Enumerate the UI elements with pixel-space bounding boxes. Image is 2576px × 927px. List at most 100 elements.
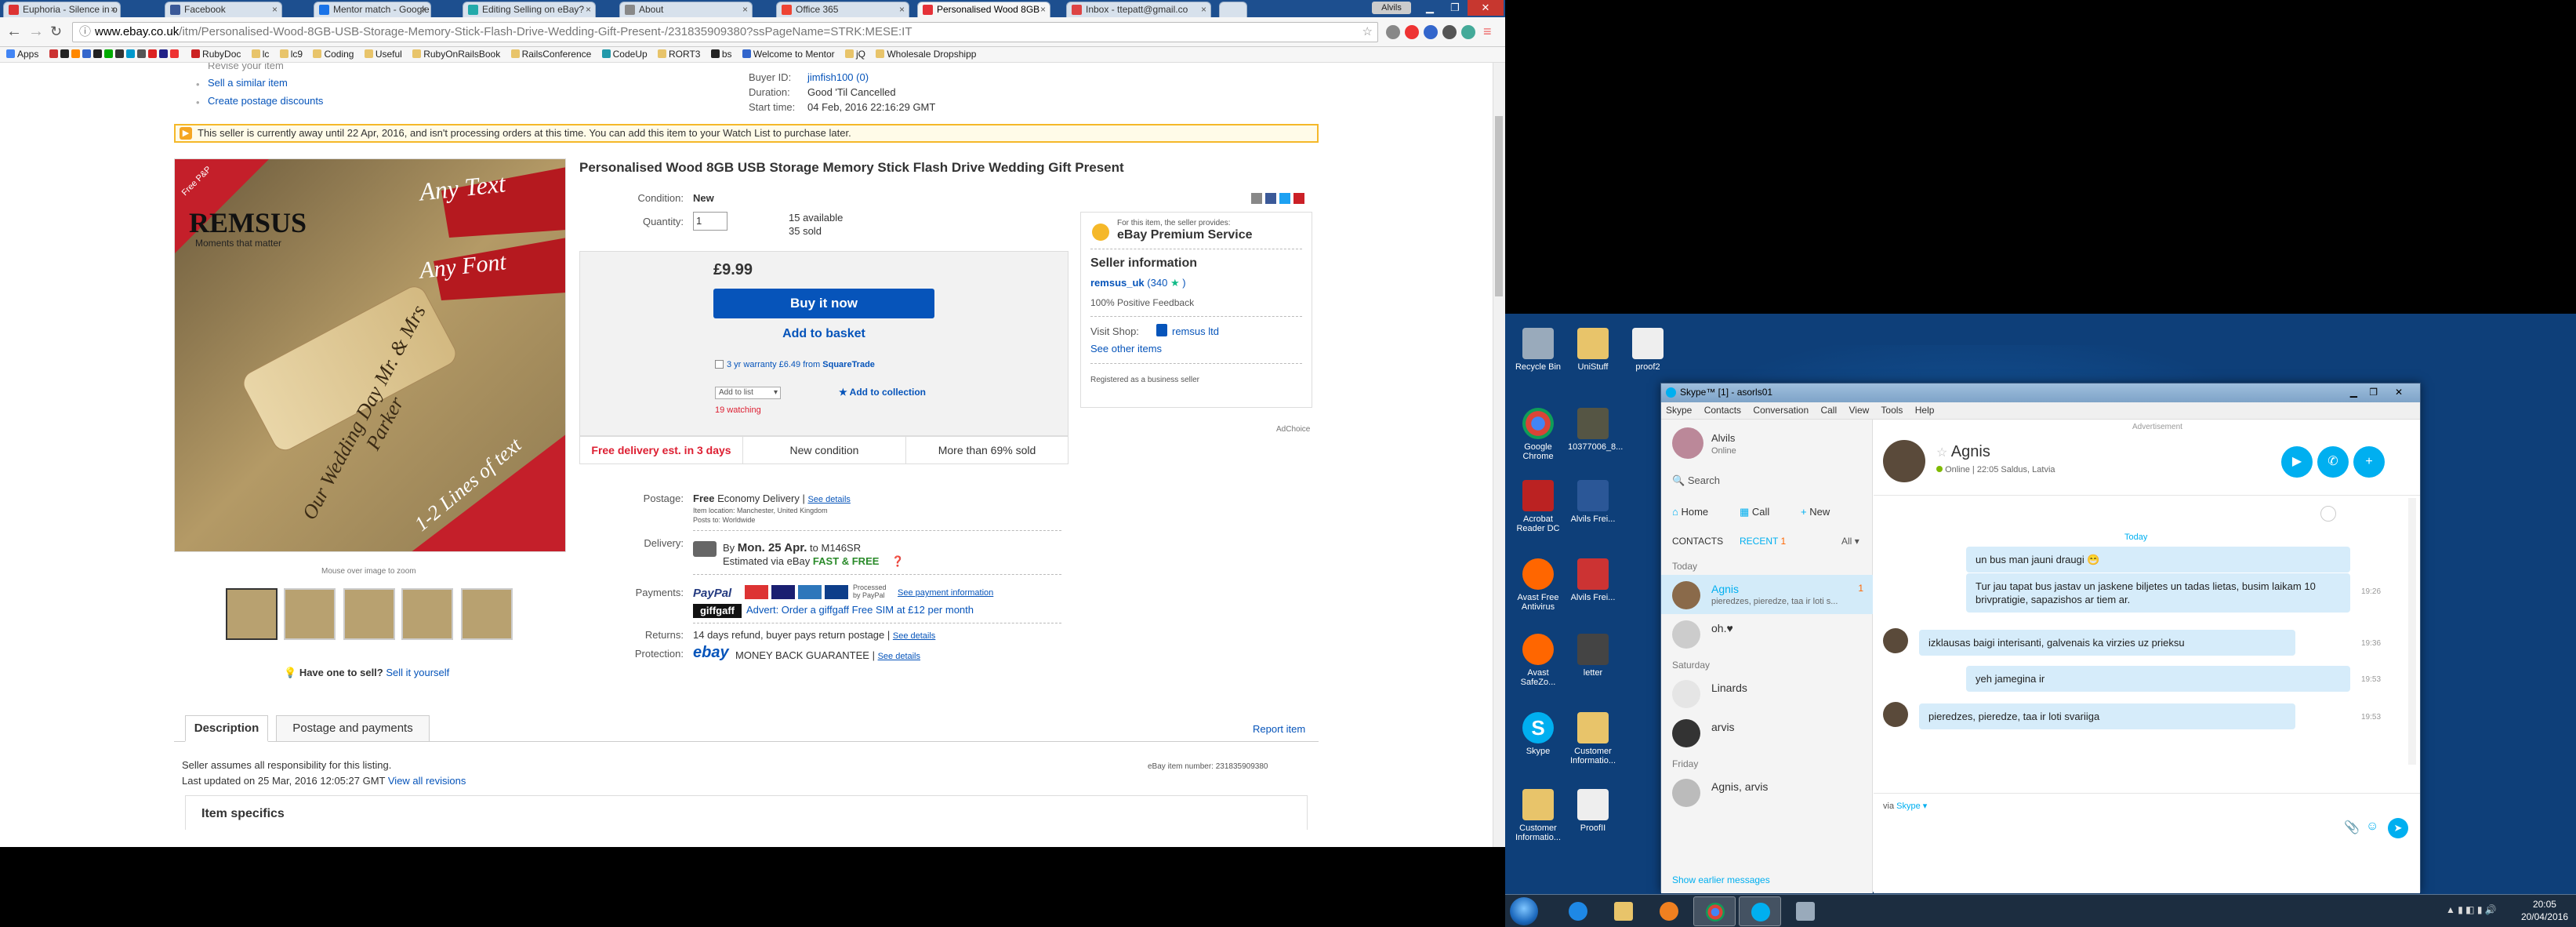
contact-row-selected[interactable]: Agnis pieredzes, pieredze, taa ir loti s.… — [1661, 575, 1873, 614]
maximize-icon[interactable]: ❐ — [2369, 384, 2378, 401]
close-tab-icon[interactable]: × — [899, 2, 905, 17]
extension-icon[interactable] — [1405, 25, 1419, 39]
pinterest-share-icon[interactable] — [1293, 193, 1304, 204]
desktop-icon-pdf[interactable]: Alvils Frei... — [1568, 558, 1618, 627]
attach-icon[interactable]: 📎 — [2344, 820, 2360, 835]
bookmark-folder[interactable]: Coding — [313, 47, 354, 62]
profile-badge[interactable]: Alvils — [1372, 2, 1411, 14]
voice-call-icon[interactable]: ✆ — [2317, 446, 2349, 478]
browser-tab[interactable]: Editing Selling on eBay? × — [463, 2, 596, 17]
menu-help[interactable]: Help — [1915, 405, 1935, 416]
menu-call[interactable]: Call — [1820, 405, 1837, 416]
desktop-icon-avast[interactable]: Avast Free Antivirus — [1513, 558, 1563, 627]
video-call-icon[interactable]: ▶ — [2281, 446, 2313, 478]
thumbnail-image[interactable] — [284, 588, 336, 640]
filter-dropdown[interactable]: All ▾ — [1841, 536, 1859, 547]
close-tab-icon[interactable]: × — [1201, 2, 1206, 17]
bookmark-folder[interactable]: RORT3 — [658, 47, 700, 62]
close-tab-icon[interactable]: × — [742, 2, 748, 17]
menu-icon[interactable]: ≡ — [1483, 24, 1492, 39]
chat-scrollbar[interactable] — [2408, 498, 2416, 765]
desktop-icon-file[interactable]: ProofII — [1568, 789, 1618, 858]
search-input[interactable]: 🔍 Search — [1672, 474, 1860, 487]
close-icon[interactable]: ✕ — [2386, 384, 2412, 401]
extension-icon[interactable] — [1386, 25, 1400, 39]
maximize-icon[interactable]: ❐ — [1442, 0, 1468, 16]
thumbnail-image[interactable] — [461, 588, 513, 640]
facebook-share-icon[interactable] — [1265, 193, 1276, 204]
thumbnail-image[interactable] — [401, 588, 453, 640]
product-main-image[interactable]: REMSUS Moments that matter Any Text Any … — [174, 158, 566, 552]
desktop-icon-acrobat[interactable]: Acrobat Reader DC — [1513, 480, 1563, 549]
menu-skype[interactable]: Skype — [1666, 405, 1692, 416]
system-tray[interactable]: ▲ ▮ ◧ ▮ 🔊 — [2446, 904, 2516, 918]
buyer-id-link[interactable]: jimfish100 (0) — [807, 71, 869, 83]
bookmark-mentor[interactable]: Welcome to Mentor — [742, 47, 835, 62]
bookmark-folder[interactable]: jQ — [845, 47, 865, 62]
menu-contacts[interactable]: Contacts — [1704, 405, 1741, 416]
close-tab-icon[interactable]: × — [586, 2, 591, 17]
thumbnail-image[interactable] — [343, 588, 395, 640]
clock[interactable]: 20:05 20/04/2016 — [2521, 898, 2568, 923]
postage-details-link[interactable]: See details — [807, 495, 850, 504]
contact-row[interactable]: oh.♥ — [1661, 614, 1873, 653]
tab-description[interactable]: Description — [185, 715, 268, 742]
browser-tab-active[interactable]: Personalised Wood 8GB × — [917, 2, 1050, 17]
close-icon[interactable]: ✕ — [1468, 0, 1504, 16]
settings-icon[interactable] — [2320, 506, 2336, 522]
warranty-checkbox[interactable] — [715, 360, 724, 369]
bookmark-star-icon[interactable]: ☆ — [1362, 23, 1373, 42]
contact-row[interactable]: Linards — [1661, 674, 1873, 713]
report-item-link[interactable]: Report item — [1253, 723, 1305, 735]
twitter-share-icon[interactable] — [1279, 193, 1290, 204]
send-icon[interactable]: ➤ — [2388, 818, 2408, 838]
postage-discounts-link[interactable]: Create postage discounts — [208, 95, 323, 107]
browser-tab[interactable]: Euphoria - Silence in o × — [3, 2, 121, 17]
bookmark-folder[interactable]: lc — [251, 47, 269, 62]
new-tab-button[interactable] — [1219, 2, 1247, 17]
close-tab-icon[interactable]: × — [421, 2, 426, 17]
bookmark-rubydoc[interactable]: RubyDoc — [191, 47, 241, 62]
contact-row[interactable]: arvis — [1661, 713, 1873, 752]
extension-icon[interactable] — [1461, 25, 1475, 39]
favorite-star-icon[interactable]: ☆ — [1936, 446, 1951, 460]
taskbar-media-player[interactable] — [1648, 896, 1690, 926]
taskbar-tool[interactable] — [1784, 896, 1827, 926]
menu-tools[interactable]: Tools — [1881, 405, 1903, 416]
via-selector[interactable]: via Skype ▾ — [1883, 801, 1927, 811]
revise-item-link[interactable]: Revise your item — [208, 63, 284, 71]
bookmark-bs[interactable]: bs — [710, 47, 732, 62]
page-info-icon[interactable]: ⓘ — [79, 23, 91, 42]
bookmark-folder[interactable]: Useful — [364, 47, 402, 62]
reload-icon[interactable]: ↻ — [50, 24, 62, 39]
forward-icon[interactable]: → — [28, 24, 44, 39]
taskbar-ie[interactable] — [1557, 896, 1599, 926]
menu-conversation[interactable]: Conversation — [1753, 405, 1809, 416]
close-tab-icon[interactable]: × — [111, 2, 116, 17]
new-button[interactable]: + New — [1801, 506, 1830, 518]
desktop-icon-recycle-bin[interactable]: Recycle Bin — [1513, 328, 1563, 397]
payment-info-link[interactable]: See payment information — [898, 588, 993, 598]
shop-name-link[interactable]: remsus ltd — [1172, 325, 1219, 337]
back-icon[interactable]: ← — [6, 24, 22, 39]
extension-icon[interactable] — [1442, 25, 1457, 39]
protection-details-link[interactable]: See details — [878, 652, 920, 661]
bookmark-apps[interactable]: Apps — [6, 47, 38, 62]
giffgaff-advert-link[interactable]: Advert: Order a giffgaff Free SIM at £12… — [746, 604, 974, 616]
page-scrollbar-thumb[interactable] — [1495, 116, 1503, 296]
tab-postage-payments[interactable]: Postage and payments — [276, 715, 430, 742]
desktop-icon-folder[interactable]: UniStuff — [1568, 328, 1618, 397]
desktop-icon-skype[interactable]: S Skype — [1513, 712, 1563, 781]
bookmark-favicons[interactable] — [49, 47, 181, 62]
close-tab-icon[interactable]: × — [1040, 2, 1046, 17]
url-input[interactable]: ⓘ www.ebay.co.uk/itm/Personalised-Wood-8… — [72, 22, 1378, 42]
show-earlier-link[interactable]: Show earlier messages — [1672, 874, 1770, 885]
contact-row[interactable]: Agnis, arvis — [1661, 772, 1873, 812]
add-participant-icon[interactable]: + — [2353, 446, 2385, 478]
warranty-option[interactable]: 3 yr warranty £6.49 from SquareTrade — [715, 360, 875, 369]
info-icon[interactable]: ❓ — [891, 555, 904, 567]
add-to-list-dropdown[interactable]: Add to list ▾ — [715, 387, 781, 399]
browser-tab[interactable]: Inbox - ttepatt@gmail.co × — [1066, 2, 1211, 17]
call-button[interactable]: ▦ Call — [1740, 506, 1769, 518]
avatar[interactable] — [1672, 427, 1703, 459]
